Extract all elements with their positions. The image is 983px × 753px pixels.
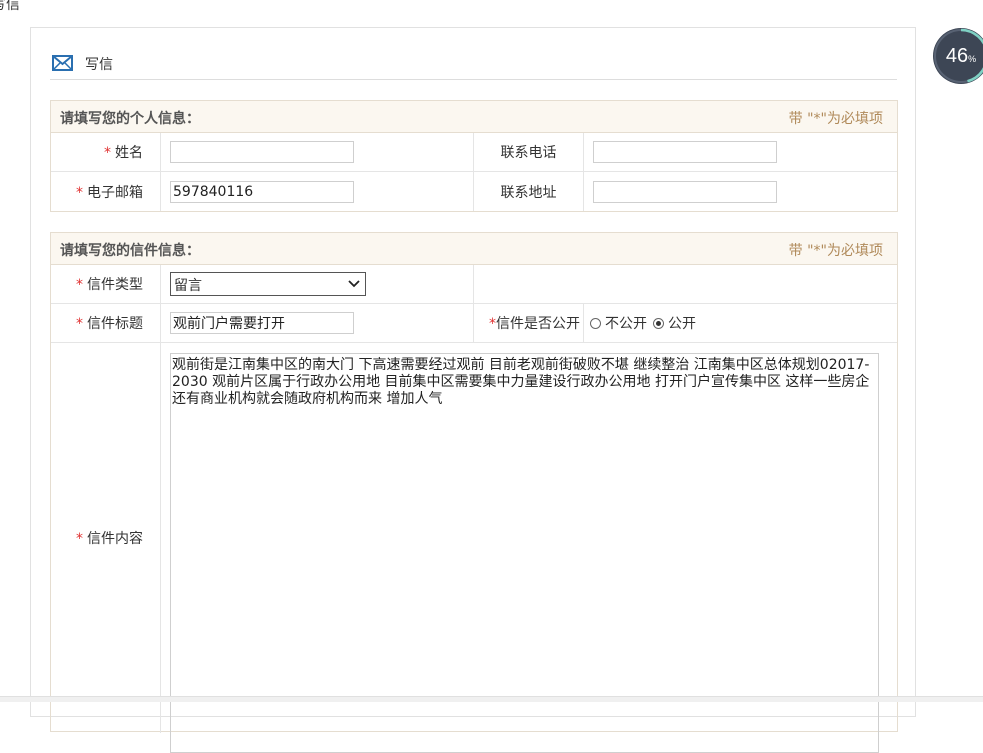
write-letter-panel: 写信 请填写您的个人信息： 带 "*"为必填项 *姓名 联系电话 *电子邮箱 (30, 27, 916, 753)
letter-type-label: * 信件类型 (76, 277, 143, 293)
radio-not-public-label[interactable]: 不公开 (605, 313, 647, 333)
personal-info-section: 请填写您的个人信息： 带 "*"为必填项 * 姓名 联系电话 * 电子邮箱 59… (50, 100, 898, 212)
name-input[interactable] (170, 141, 354, 163)
address-label: 联系地址 (500, 184, 557, 201)
letter-content-textarea[interactable]: 观前街是江南集中区的南大门 下高速需要经过观前 目前老观前街破败不堪 继续整治 … (170, 353, 879, 753)
required-note: 带 "*"为必填项 (788, 111, 883, 127)
address-input[interactable] (593, 180, 777, 203)
letter-subject-label: * 信件标题 (76, 316, 143, 332)
letter-content-label: * 信件内容 (76, 531, 143, 547)
chevron-down-icon (348, 280, 360, 288)
phone-input[interactable] (593, 141, 777, 163)
form-row: * 信件类型 留言 (51, 265, 897, 304)
radio-public[interactable] (653, 317, 664, 329)
personal-info-header: 请填写您的个人信息： 带 "*"为必填项 (51, 101, 897, 133)
panel-header: 写信 (50, 48, 897, 80)
radio-not-public[interactable] (590, 317, 601, 329)
email-input[interactable] (170, 180, 354, 203)
progress-ring: 46% (932, 27, 983, 85)
required-note: 带 "*"为必填项 (788, 243, 883, 259)
panel-title: 写信 (85, 57, 113, 73)
letter-type-select[interactable]: 留言 (170, 272, 366, 296)
progress-value: 46% (945, 45, 977, 67)
personal-info-title: 请填写您的个人信息： (60, 111, 200, 127)
form-row: *电子邮箱 联系地址 (51, 172, 897, 211)
letter-subject-input[interactable] (170, 312, 354, 334)
form-row: *信件标题 *信件是否公开 不公开 公开 (51, 304, 897, 343)
letter-info-section: 请填写您的信件信息： 带 "*"为必填项 * 信件类型 留言 * 信件标题 观前… (50, 232, 898, 753)
form-row: * 信件内容 观前街是江南集中区的南大门 下高速需要经过观前 目前老观前街破败不堪… (51, 343, 897, 753)
radio-public-label[interactable]: 公开 (668, 313, 696, 333)
phone-label: 联系电话 (500, 145, 557, 161)
public-radio-group: 不公开 公开 (590, 313, 702, 333)
name-label: * 姓名 (104, 145, 143, 161)
letter-type-value: 留言 (174, 278, 202, 294)
letter-info-title: 请填写您的信件信息： (60, 243, 200, 259)
letter-info-header: 请填写您的信件信息： 带 "*"为必填项 (51, 233, 897, 265)
email-label: * 电子邮箱 (76, 184, 143, 201)
form-row: * 姓名 联系电话 (51, 133, 897, 172)
mail-icon (52, 55, 73, 71)
bottom-bar (0, 696, 983, 702)
page-corner-title: 写信 (0, 0, 20, 13)
public-label: *信件是否公开 (489, 316, 580, 332)
